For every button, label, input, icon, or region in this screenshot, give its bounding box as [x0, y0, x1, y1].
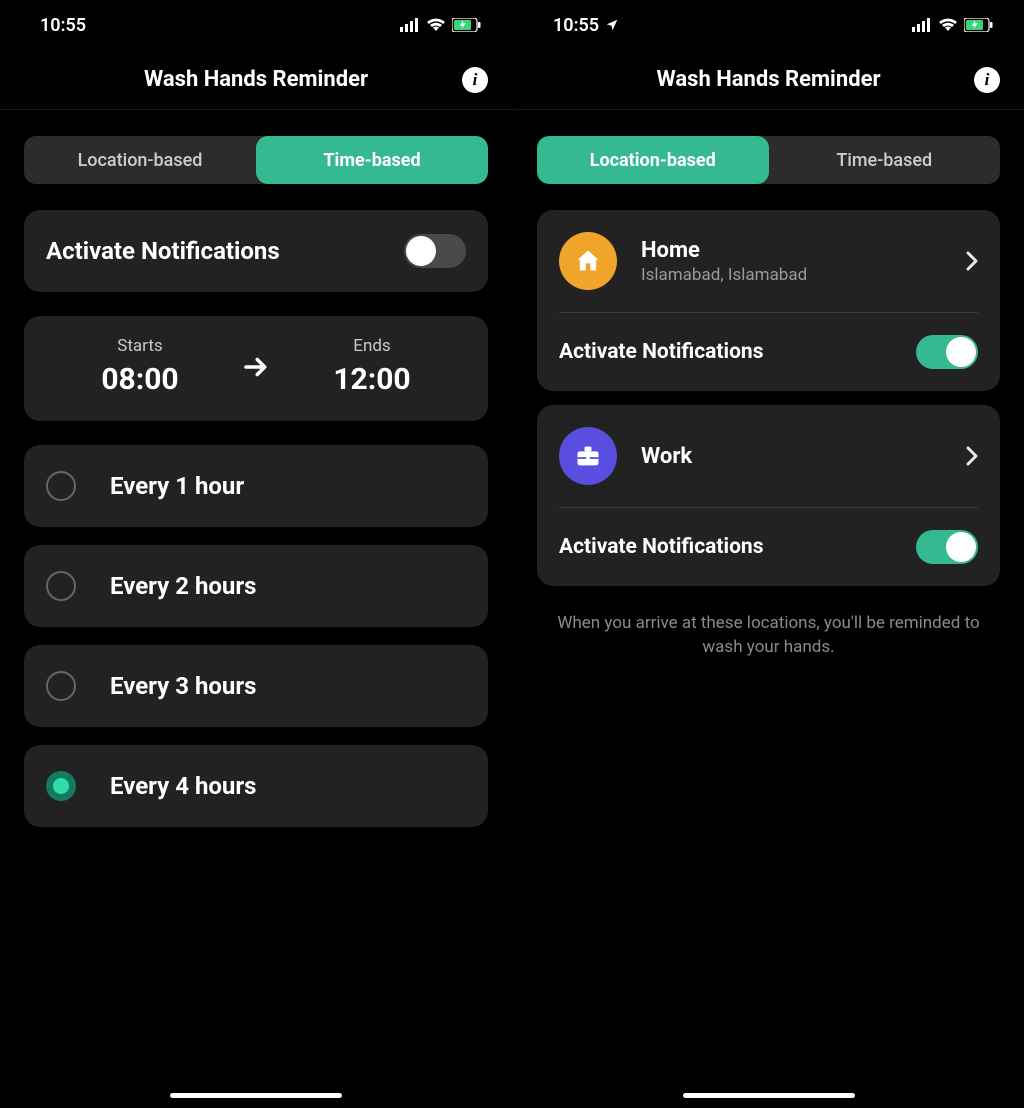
radio-icon — [46, 571, 76, 601]
tab-location-based[interactable]: Location-based — [537, 136, 769, 184]
interval-option-4[interactable]: Every 4 hours — [24, 745, 488, 827]
info-button[interactable]: i — [462, 67, 488, 93]
phone-location-based: 10:55 Wash Hands Reminder i — [512, 0, 1024, 1108]
location-work-card: Work Activate Notifications — [537, 405, 1000, 586]
radio-icon — [46, 771, 76, 801]
interval-option-2[interactable]: Every 2 hours — [24, 545, 488, 627]
chevron-right-icon — [966, 446, 978, 466]
location-work-row[interactable]: Work — [559, 405, 978, 508]
battery-icon — [964, 18, 994, 32]
time-range-card[interactable]: Starts 08:00 Ends 12:00 — [24, 316, 488, 421]
radio-icon — [46, 471, 76, 501]
battery-icon — [452, 18, 482, 32]
arrow-right-icon — [234, 352, 278, 382]
activate-toggle-home[interactable] — [916, 335, 978, 369]
activate-label: Activate Notifications — [46, 237, 280, 265]
start-label: Starts — [46, 336, 234, 356]
tab-location-based[interactable]: Location-based — [24, 136, 256, 184]
briefcase-icon — [559, 427, 617, 485]
location-arrow-icon — [605, 18, 619, 32]
home-indicator[interactable] — [170, 1093, 342, 1098]
page-title: Wash Hands Reminder — [656, 67, 880, 92]
status-bar: 10:55 — [0, 0, 512, 50]
status-bar: 10:55 — [513, 0, 1024, 50]
chevron-right-icon — [966, 251, 978, 271]
segment-control: Location-based Time-based — [24, 136, 488, 184]
end-time[interactable]: Ends 12:00 — [278, 336, 466, 397]
header: Wash Hands Reminder i — [0, 50, 512, 110]
wifi-icon — [426, 18, 446, 32]
activate-toggle[interactable] — [404, 234, 466, 268]
location-name: Work — [641, 444, 942, 469]
activate-label: Activate Notifications — [559, 340, 764, 364]
location-name: Home — [641, 238, 942, 263]
option-label: Every 1 hour — [110, 472, 244, 500]
tab-time-based[interactable]: Time-based — [769, 136, 1001, 184]
page-title: Wash Hands Reminder — [144, 67, 368, 92]
signal-icon — [912, 18, 932, 32]
activate-notifications-card: Activate Notifications — [24, 210, 488, 292]
home-indicator[interactable] — [683, 1093, 855, 1098]
signal-icon — [400, 18, 420, 32]
status-icons — [912, 18, 994, 32]
location-home-card: Home Islamabad, Islamabad Activate Notif… — [537, 210, 1000, 391]
activate-label: Activate Notifications — [559, 535, 764, 559]
header: Wash Hands Reminder i — [513, 50, 1024, 110]
option-label: Every 3 hours — [110, 672, 256, 700]
end-value: 12:00 — [278, 362, 466, 397]
option-label: Every 4 hours — [110, 772, 256, 800]
location-home-row[interactable]: Home Islamabad, Islamabad — [559, 210, 978, 313]
wifi-icon — [938, 18, 958, 32]
end-label: Ends — [278, 336, 466, 356]
phone-time-based: 10:55 Wash Hands Reminder i Location-bas… — [0, 0, 512, 1108]
home-icon — [559, 232, 617, 290]
footnote-text: When you arrive at these locations, you'… — [537, 600, 1000, 672]
status-time: 10:55 — [40, 15, 86, 36]
location-sub: Islamabad, Islamabad — [641, 265, 942, 285]
start-value: 08:00 — [46, 362, 234, 397]
interval-option-1[interactable]: Every 1 hour — [24, 445, 488, 527]
activate-toggle-work[interactable] — [916, 530, 978, 564]
info-button[interactable]: i — [974, 67, 1000, 93]
start-time[interactable]: Starts 08:00 — [46, 336, 234, 397]
option-label: Every 2 hours — [110, 572, 256, 600]
status-icons — [400, 18, 482, 32]
interval-option-3[interactable]: Every 3 hours — [24, 645, 488, 727]
segment-control: Location-based Time-based — [537, 136, 1000, 184]
status-time: 10:55 — [553, 15, 599, 36]
radio-icon — [46, 671, 76, 701]
tab-time-based[interactable]: Time-based — [256, 136, 488, 184]
